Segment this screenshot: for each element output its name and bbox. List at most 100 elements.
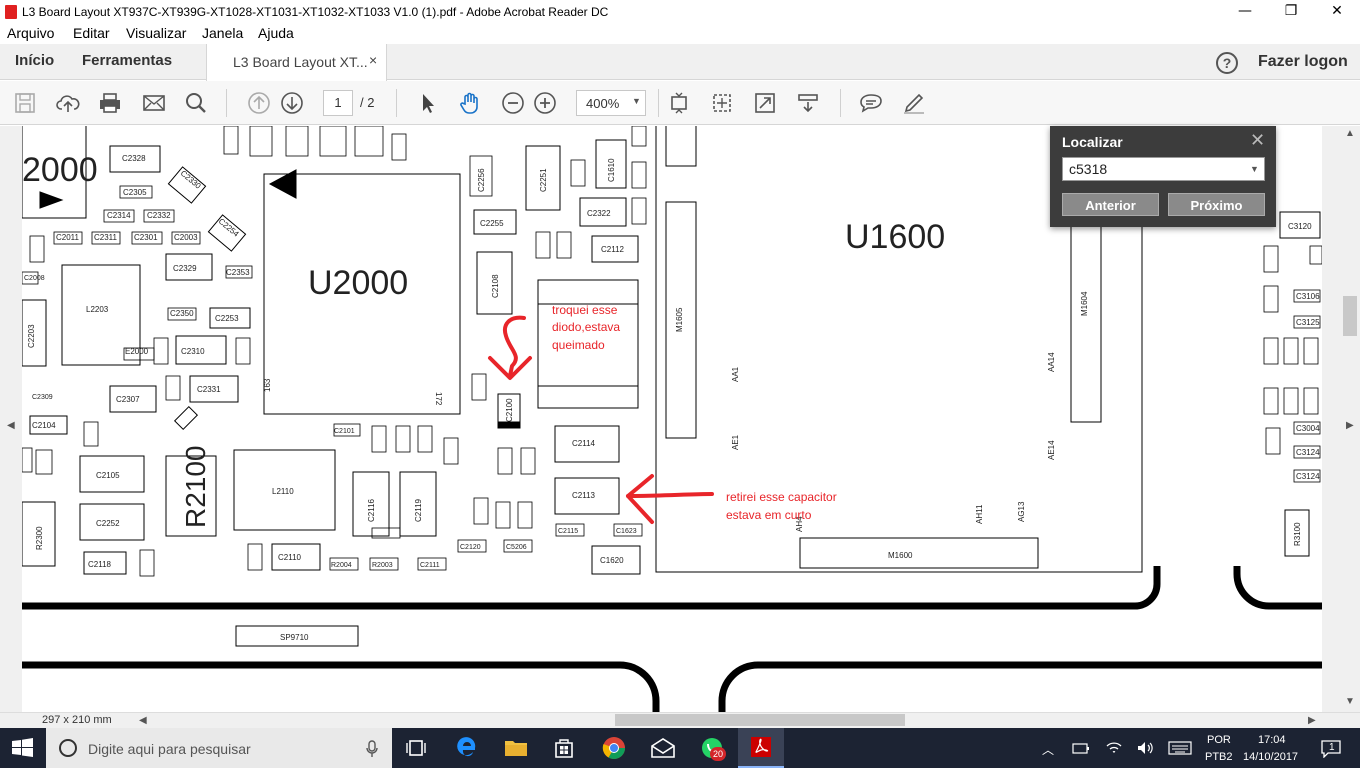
hand-tool-icon[interactable] [458, 91, 482, 115]
tab-document[interactable]: L3 Board Layout XT... × [206, 44, 387, 81]
svg-text:R2100: R2100 [180, 445, 211, 528]
svg-text:C2328: C2328 [122, 154, 146, 163]
svg-text:C2330: C2330 [179, 169, 203, 191]
svg-text:C2255: C2255 [480, 219, 504, 228]
find-panel-title: Localizar [1062, 134, 1123, 150]
scroll-up-icon[interactable]: ▲ [1345, 128, 1355, 139]
chevron-down-icon: ▼ [632, 96, 641, 106]
find-panel: Localizar ✕ c5318 ▼ Anterior Próximo [1050, 126, 1276, 227]
page-number-input[interactable]: 1 [323, 90, 353, 116]
fit-page-icon[interactable] [667, 91, 691, 115]
scroll-mode-icon[interactable] [796, 91, 820, 115]
page-up-icon[interactable] [247, 91, 271, 115]
page-down-icon[interactable] [280, 91, 304, 115]
annotation-note-diode-3: queimado [552, 338, 605, 352]
svg-text:C2332: C2332 [147, 211, 171, 220]
select-cursor-icon[interactable] [416, 91, 440, 115]
tab-tools[interactable]: Ferramentas [82, 52, 172, 69]
annotation-note-capacitor-2: estava em curto [726, 508, 812, 522]
svg-text:172: 172 [434, 392, 443, 406]
mail-icon[interactable] [651, 738, 675, 758]
cloud-upload-icon[interactable] [56, 91, 80, 115]
svg-text:C2307: C2307 [116, 395, 140, 404]
clock-time[interactable]: 17:04 [1258, 734, 1286, 746]
file-explorer-icon[interactable] [504, 738, 528, 758]
scroll-left-icon[interactable]: ◀ [139, 715, 147, 726]
fullscreen-icon[interactable] [753, 91, 777, 115]
close-tab-icon[interactable]: × [369, 52, 377, 68]
maximize-button[interactable]: ❐ [1268, 0, 1314, 24]
chevron-down-icon[interactable]: ▼ [1250, 164, 1259, 174]
svg-text:C2100: C2100 [505, 398, 514, 422]
zoom-out-icon[interactable] [501, 91, 525, 115]
svg-text:R2003: R2003 [372, 562, 393, 569]
print-icon[interactable] [98, 91, 122, 115]
prev-page-strip[interactable]: ◀ [0, 126, 22, 712]
close-find-icon[interactable]: ✕ [1250, 130, 1265, 151]
scroll-right-icon[interactable]: ▶ [1308, 715, 1316, 726]
email-icon[interactable] [142, 91, 166, 115]
svg-text:SP9710: SP9710 [280, 633, 309, 642]
zoom-in-icon[interactable] [533, 91, 557, 115]
menu-visualizar[interactable]: Visualizar [126, 25, 186, 41]
taskbar-search-placeholder[interactable]: Digite aqui para pesquisar [88, 741, 251, 757]
scroll-down-icon[interactable]: ▼ [1345, 696, 1355, 707]
menu-janela[interactable]: Janela [202, 25, 243, 41]
vertical-scrollbar[interactable]: ▲ ▼ [1340, 126, 1360, 712]
minimize-button[interactable]: — [1222, 0, 1268, 24]
svg-text:C2252: C2252 [96, 519, 120, 528]
save-icon[interactable] [13, 91, 37, 115]
svg-text:M1605: M1605 [675, 307, 684, 332]
notification-center-icon[interactable]: 1 [1320, 738, 1342, 759]
next-page-strip[interactable]: ▶ [1322, 126, 1354, 712]
search-icon[interactable] [184, 91, 208, 115]
keyboard-icon[interactable] [1168, 741, 1192, 755]
keyboard-layout-indicator[interactable]: PTB2 [1205, 751, 1233, 763]
svg-text:C2003: C2003 [174, 233, 198, 242]
rotate-icon[interactable] [710, 91, 734, 115]
clock-date[interactable]: 14/10/2017 [1243, 751, 1298, 763]
find-input[interactable]: c5318 [1062, 157, 1265, 181]
battery-icon[interactable] [1072, 741, 1090, 755]
notification-count: 1 [1329, 742, 1335, 753]
find-previous-button[interactable]: Anterior [1062, 193, 1159, 216]
chevron-right-icon[interactable]: ▶ [1346, 420, 1354, 431]
windows-start-icon[interactable] [12, 738, 34, 758]
svg-text:AG13: AG13 [1017, 501, 1026, 522]
volume-icon[interactable] [1136, 740, 1154, 756]
taskbar-acrobat-active[interactable] [738, 728, 784, 768]
svg-text:AE1: AE1 [731, 434, 740, 450]
horizontal-scroll-thumb[interactable] [615, 714, 905, 726]
comment-icon[interactable] [859, 91, 883, 115]
svg-text:L2203: L2203 [86, 305, 109, 314]
menu-bar: Arquivo Editar Visualizar Janela Ajuda [0, 24, 1360, 44]
highlight-pen-icon[interactable] [902, 91, 926, 115]
tab-home[interactable]: Início [15, 52, 54, 69]
close-window-button[interactable]: ✕ [1314, 0, 1360, 24]
chrome-icon[interactable] [602, 736, 626, 760]
chip-label-u2000: U2000 [308, 264, 408, 302]
svg-text:C2350: C2350 [170, 309, 194, 318]
find-next-button[interactable]: Próximo [1168, 193, 1265, 216]
language-indicator[interactable]: POR [1207, 734, 1231, 746]
menu-arquivo[interactable]: Arquivo [7, 25, 54, 41]
edge-icon[interactable] [455, 736, 479, 760]
menu-ajuda[interactable]: Ajuda [258, 25, 294, 41]
whatsapp-icon[interactable]: 20 [700, 736, 726, 762]
help-icon[interactable]: ? [1216, 52, 1238, 74]
wifi-icon[interactable] [1106, 740, 1122, 756]
chevron-left-icon[interactable]: ◀ [7, 420, 15, 431]
tray-chevron-up-icon[interactable]: ︿ [1042, 741, 1054, 758]
zoom-select[interactable]: 400% ▼ [576, 90, 646, 116]
menu-editar[interactable]: Editar [73, 25, 110, 41]
svg-text:C2114: C2114 [572, 439, 596, 448]
login-button[interactable]: Fazer logon [1258, 53, 1348, 71]
vertical-scroll-thumb[interactable] [1343, 296, 1357, 336]
svg-text:AA14: AA14 [1047, 352, 1056, 372]
task-view-icon[interactable] [405, 738, 427, 758]
page-size-label: 297 x 210 mm [42, 714, 112, 726]
microphone-icon[interactable] [366, 740, 378, 758]
cortana-icon[interactable] [58, 738, 78, 758]
store-icon[interactable] [553, 737, 575, 759]
svg-text:C1623: C1623 [616, 528, 637, 535]
